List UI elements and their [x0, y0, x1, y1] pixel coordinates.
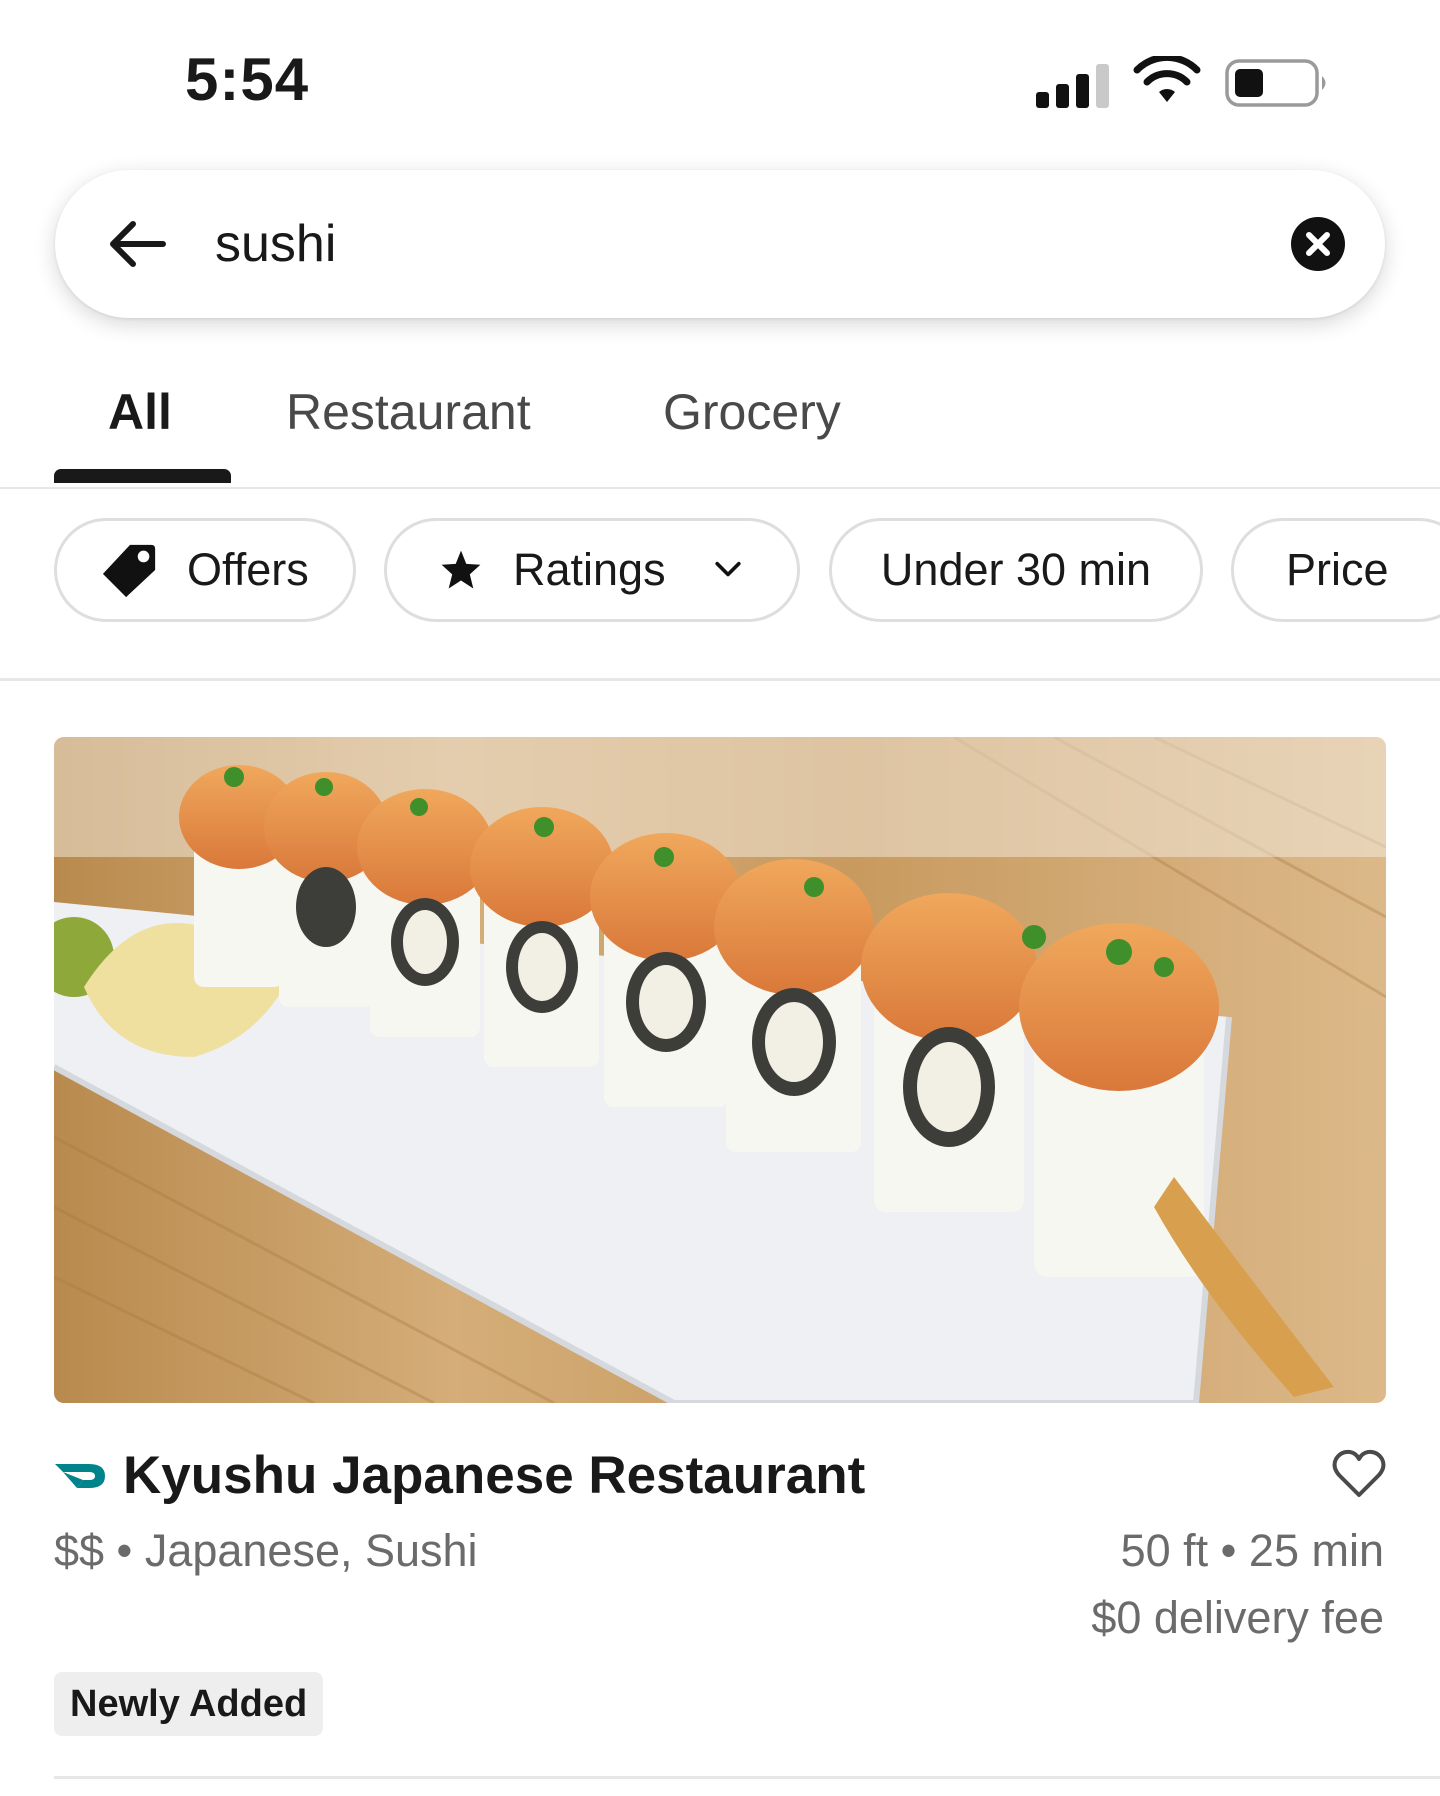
divider [54, 1776, 1440, 1779]
star-icon [441, 550, 481, 589]
filter-under-30-min[interactable]: Under 30 min [829, 518, 1203, 622]
newly-added-badge: Newly Added [54, 1672, 324, 1736]
dashpass-icon [55, 1464, 105, 1488]
filter-price[interactable]: Price [1231, 518, 1440, 622]
search-input[interactable]: sushi [215, 214, 336, 274]
filter-price-label: Price [1286, 544, 1389, 595]
cellular-signal-icon [1036, 58, 1112, 108]
search-bar[interactable]: sushi [55, 170, 1385, 318]
restaurant-photo[interactable] [54, 737, 1386, 1403]
divider [0, 487, 1440, 489]
divider [0, 678, 1440, 681]
heart-outline-icon[interactable] [1331, 1448, 1387, 1500]
tag-icon [102, 544, 156, 598]
restaurant-name[interactable]: Kyushu Japanese Restaurant [123, 1445, 865, 1506]
filter-offers[interactable]: Offers [54, 518, 356, 622]
delivery-fee: $0 delivery fee [1091, 1592, 1384, 1643]
badge-label: Newly Added [70, 1682, 308, 1725]
tab-grocery[interactable]: Grocery [663, 383, 841, 441]
filter-offers-label: Offers [187, 544, 309, 595]
status-time: 5:54 [185, 46, 310, 113]
filter-under-30-label: Under 30 min [880, 544, 1152, 595]
wifi-icon [1133, 56, 1201, 102]
tab-restaurant[interactable]: Restaurant [286, 383, 531, 441]
battery-icon [1225, 59, 1326, 107]
arrow-left-icon[interactable] [105, 212, 169, 276]
distance-time: 50 ft • 25 min [1120, 1525, 1384, 1576]
chevron-down-icon [714, 561, 741, 577]
active-tab-indicator [54, 469, 231, 483]
filter-ratings[interactable]: Ratings [384, 518, 800, 622]
restaurant-meta: $$ • Japanese, Sushi [54, 1525, 478, 1576]
tab-all[interactable]: All [108, 383, 172, 441]
clear-x-icon[interactable] [1290, 216, 1346, 272]
filter-ratings-label: Ratings [513, 544, 666, 595]
